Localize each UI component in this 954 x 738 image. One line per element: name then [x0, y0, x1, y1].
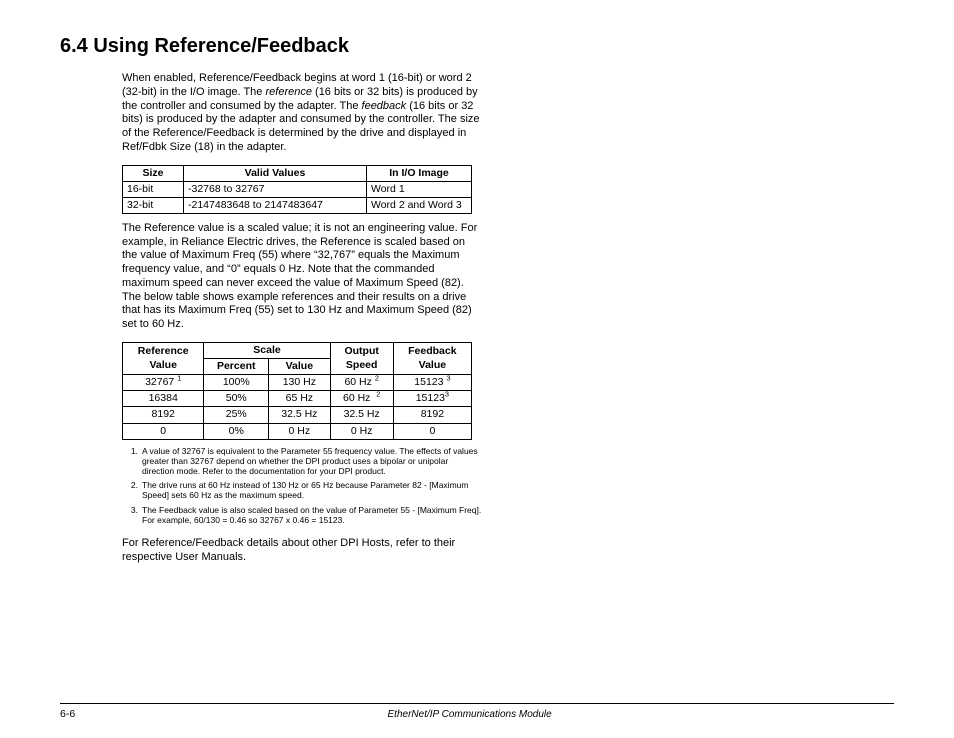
- page: 6.4 Using Reference/Feedback When enable…: [0, 0, 954, 738]
- cell: 0: [123, 423, 204, 439]
- footnote-3: 3. The Feedback value is also scaled bas…: [122, 505, 482, 525]
- footnotes: 1. A value of 32767 is equivalent to the…: [122, 446, 482, 525]
- cell: 60 Hz 2: [330, 391, 393, 407]
- th-output: Output Speed: [330, 342, 393, 374]
- footnote-num: 3.: [122, 505, 142, 525]
- footer-rule: [60, 703, 894, 704]
- text: Output: [344, 345, 378, 357]
- cell: 16-bit: [123, 181, 184, 197]
- table-row: 32-bit -2147483648 to 2147483647 Word 2 …: [123, 197, 472, 213]
- text: 15123: [416, 392, 445, 404]
- footnote-text: The drive runs at 60 Hz instead of 130 H…: [142, 480, 482, 500]
- th-size: Size: [123, 165, 184, 181]
- th-valid-values: Valid Values: [184, 165, 367, 181]
- footnote-ref: 3: [445, 390, 449, 399]
- term-feedback: feedback: [362, 100, 407, 112]
- table-header-row-1: Reference Value Scale Output Speed Feedb…: [123, 342, 472, 358]
- th-feedback: Feedback Value: [393, 342, 471, 374]
- th-io-image: In I/O Image: [367, 165, 472, 181]
- cell: 100%: [204, 375, 269, 391]
- cell: 15123 3: [393, 375, 471, 391]
- th-percent: Percent: [204, 359, 269, 375]
- cell: 8192: [393, 407, 471, 423]
- body-column: When enabled, Reference/Feedback begins …: [122, 72, 482, 564]
- cell: 32.5 Hz: [330, 407, 393, 423]
- footnote-text: The Feedback value is also scaled based …: [142, 505, 482, 525]
- footnote-2: 2. The drive runs at 60 Hz instead of 13…: [122, 480, 482, 500]
- cell: 25%: [204, 407, 269, 423]
- text: Reference: [138, 345, 189, 357]
- cell: 130 Hz: [269, 375, 331, 391]
- page-footer: 6-6 EtherNet/IP Communications Module: [60, 703, 894, 720]
- table-row: 8192 25% 32.5 Hz 32.5 Hz 8192: [123, 407, 472, 423]
- cell: 60 Hz 2: [330, 375, 393, 391]
- th-scale: Scale: [204, 342, 330, 358]
- cell: Word 2 and Word 3: [367, 197, 472, 213]
- cell: 0: [393, 423, 471, 439]
- text: 60 Hz: [343, 392, 370, 404]
- cell: 0 Hz: [330, 423, 393, 439]
- text: 32767: [145, 376, 174, 388]
- footnote-1: 1. A value of 32767 is equivalent to the…: [122, 446, 482, 477]
- page-number: 6-6: [60, 708, 75, 720]
- cell: 16384: [123, 391, 204, 407]
- table-row: 16384 50% 65 Hz 60 Hz 2 151233: [123, 391, 472, 407]
- cell: 50%: [204, 391, 269, 407]
- cell: Word 1: [367, 181, 472, 197]
- th-reference: Reference Value: [123, 342, 204, 374]
- cell: -2147483648 to 2147483647: [184, 197, 367, 213]
- document-title: EtherNet/IP Communications Module: [75, 709, 864, 720]
- cell: 32.5 Hz: [269, 407, 331, 423]
- cell: 32-bit: [123, 197, 184, 213]
- text: Value: [149, 359, 176, 371]
- paragraph-2: The Reference value is a scaled value; i…: [122, 222, 482, 332]
- cell: 65 Hz: [269, 391, 331, 407]
- cell: 8192: [123, 407, 204, 423]
- table-row: 32767 1 100% 130 Hz 60 Hz 2 15123 3: [123, 375, 472, 391]
- cell: 0%: [204, 423, 269, 439]
- footer-row: 6-6 EtherNet/IP Communications Module: [60, 708, 894, 720]
- scale-table: Reference Value Scale Output Speed Feedb…: [122, 342, 472, 440]
- footnote-ref: 2: [375, 374, 379, 383]
- table-row: 0 0% 0 Hz 0 Hz 0: [123, 423, 472, 439]
- footnote-num: 1.: [122, 446, 142, 477]
- footnote-text: A value of 32767 is equivalent to the Pa…: [142, 446, 482, 477]
- footnote-ref: 1: [177, 374, 181, 383]
- footnote-ref: 3: [446, 374, 450, 383]
- cell: 32767 1: [123, 375, 204, 391]
- footnote-ref: 2: [376, 390, 380, 399]
- text: 60 Hz: [344, 376, 371, 388]
- size-table: Size Valid Values In I/O Image 16-bit -3…: [122, 165, 472, 214]
- cell: 0 Hz: [269, 423, 331, 439]
- paragraph-1: When enabled, Reference/Feedback begins …: [122, 72, 482, 155]
- text: 15123: [414, 376, 443, 388]
- cell: -32768 to 32767: [184, 181, 367, 197]
- text: Value: [419, 359, 446, 371]
- table-header-row: Size Valid Values In I/O Image: [123, 165, 472, 181]
- text: Speed: [346, 359, 378, 371]
- term-reference: reference: [265, 86, 311, 98]
- table-row: 16-bit -32768 to 32767 Word 1: [123, 181, 472, 197]
- footnote-num: 2.: [122, 480, 142, 500]
- section-heading: 6.4 Using Reference/Feedback: [60, 35, 894, 58]
- th-value: Value: [269, 359, 331, 375]
- cell: 151233: [393, 391, 471, 407]
- paragraph-3: For Reference/Feedback details about oth…: [122, 537, 482, 565]
- text: Feedback: [408, 345, 456, 357]
